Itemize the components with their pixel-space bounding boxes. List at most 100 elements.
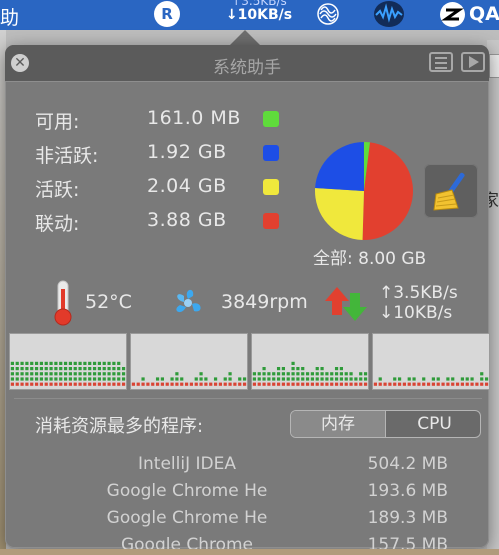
graph-cell — [20, 377, 24, 381]
graph-cell — [44, 367, 48, 371]
process-row[interactable]: Google Chrome He 189.3 MB — [6, 508, 490, 532]
graph-cell — [78, 361, 82, 365]
graph-cell — [242, 377, 247, 381]
graph-cell — [83, 377, 87, 381]
graph-cell — [175, 382, 179, 386]
graph-cell — [78, 367, 82, 371]
graph-cell — [296, 367, 300, 371]
graph-cell — [455, 382, 460, 386]
clean-memory-button[interactable] — [424, 164, 478, 218]
swirl-app-icon[interactable] — [316, 2, 340, 26]
graph-cell — [44, 382, 48, 386]
graph-cell — [199, 372, 203, 376]
graph-cell — [170, 382, 174, 386]
graph-cell — [460, 377, 464, 381]
graph-cell — [59, 382, 63, 386]
graph-cell — [320, 367, 324, 371]
graph-cell — [267, 382, 271, 386]
graph-cell — [25, 367, 29, 371]
graph-cell — [339, 382, 343, 386]
graph-cell — [301, 382, 305, 386]
graph-cell — [412, 382, 416, 386]
list-view-icon[interactable] — [429, 52, 453, 72]
graph-cell — [59, 372, 63, 376]
graph-cell — [88, 361, 92, 365]
graph-cell — [301, 377, 305, 381]
graph-cell — [44, 361, 48, 365]
graph-cell — [291, 367, 295, 371]
graph-cell — [78, 372, 82, 376]
graph-cell — [39, 377, 43, 381]
graph-cell — [63, 361, 68, 365]
graph-cell — [54, 377, 58, 381]
graph-cell — [412, 377, 416, 381]
graph-cell — [301, 367, 305, 371]
graph-cell — [446, 382, 450, 386]
graph-cell — [223, 377, 227, 381]
capcut-icon[interactable] — [440, 2, 465, 27]
background-window-control — [489, 54, 499, 78]
graph-cell — [484, 377, 489, 381]
memory-swatch-wired — [263, 213, 279, 229]
graph-cell — [417, 382, 421, 386]
graph-cell — [15, 361, 19, 365]
graph-cell — [107, 361, 111, 365]
graph-cell — [325, 382, 329, 386]
history-graph-4 — [372, 333, 490, 390]
graph-cell — [49, 377, 53, 381]
process-memory: 504.2 MB — [367, 454, 448, 474]
memory-label: 可用: — [35, 111, 80, 133]
graph-cell — [30, 361, 34, 365]
graph-cell — [233, 382, 237, 386]
graph-cell — [102, 382, 106, 386]
graph-cell — [286, 377, 290, 381]
tab-cpu[interactable]: CPU — [387, 411, 480, 437]
graph-cell — [10, 367, 14, 371]
graph-cell — [218, 382, 222, 386]
graph-cell — [363, 372, 368, 376]
graph-cell — [344, 377, 348, 381]
play-icon[interactable] — [461, 52, 485, 72]
graph-cell — [213, 377, 218, 381]
graph-cell — [175, 377, 179, 381]
graph-cell — [34, 382, 39, 386]
graph-cell — [63, 367, 68, 371]
graph-cell — [20, 382, 24, 386]
graph-cell — [272, 382, 276, 386]
graph-cell — [34, 361, 39, 365]
graph-cell — [44, 372, 48, 376]
graph-cell — [286, 382, 290, 386]
graph-cell — [170, 377, 174, 381]
graph-cell — [34, 367, 39, 371]
process-row[interactable]: Google Chrome He 193.6 MB — [6, 481, 490, 505]
graph-cell — [63, 372, 68, 376]
graph-cell — [83, 361, 87, 365]
graph-cell — [112, 377, 116, 381]
process-row[interactable]: IntelliJ IDEA 504.2 MB — [6, 454, 490, 478]
r-app-icon[interactable]: R — [154, 1, 180, 27]
graph-cell — [291, 372, 295, 376]
graph-cell — [480, 372, 484, 376]
graph-cell — [112, 367, 116, 371]
graph-cell — [257, 382, 261, 386]
system-assistant-panel: ✕ 系统助手 可用: 161.0 MB 非活跃: 1.92 GB 活跃: 2.0… — [5, 45, 490, 555]
graph-cell — [359, 372, 363, 376]
tab-memory[interactable]: 内存 — [291, 411, 386, 437]
graph-cell — [78, 382, 82, 386]
graph-cell — [112, 382, 116, 386]
graph-cell — [334, 372, 339, 376]
graph-cell — [204, 382, 208, 386]
graph-cell — [426, 382, 431, 386]
graph-cell — [378, 377, 382, 381]
graph-cell — [102, 377, 106, 381]
graph-cell — [330, 382, 334, 386]
graph-cell — [112, 372, 116, 376]
menubar-network-speed[interactable]: ↑3.5KB/s ↓10KB/s — [224, 0, 294, 22]
graph-cell — [344, 372, 348, 376]
graph-cell — [228, 372, 232, 376]
graph-cell — [136, 382, 140, 386]
graph-cell — [112, 361, 116, 365]
graph-cell — [262, 382, 266, 386]
graph-cell — [44, 377, 48, 381]
audio-waveform-icon[interactable] — [374, 1, 404, 27]
